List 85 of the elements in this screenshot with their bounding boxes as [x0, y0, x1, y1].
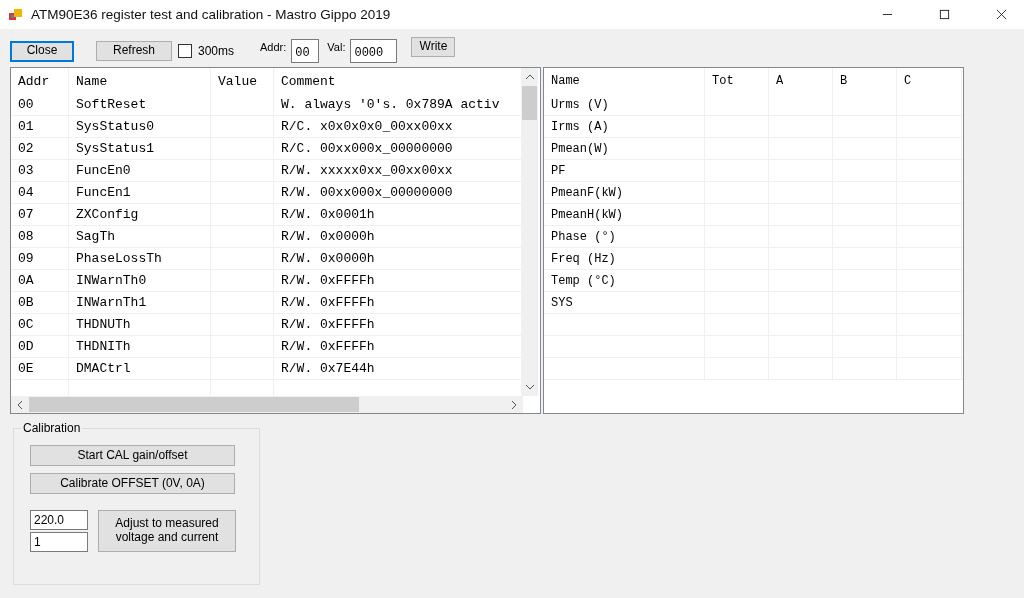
addr-label: Addr:: [260, 41, 287, 53]
maximize-icon[interactable]: [939, 9, 950, 20]
table-cell: ZXConfig: [69, 204, 211, 225]
table-cell-text: R/W. 0x0000h: [280, 250, 376, 268]
table-cell: FuncEn1: [69, 182, 211, 203]
val-field[interactable]: 0000: [350, 39, 398, 63]
table-cell: 04: [11, 182, 69, 203]
addr-field[interactable]: 00: [291, 39, 320, 63]
table-cell-text: R/W. 0xFFFFh: [280, 316, 376, 334]
scroll-down-icon[interactable]: [524, 383, 535, 391]
app-icon: [8, 6, 24, 23]
table-cell: SoftReset: [69, 94, 211, 115]
table-cell-text: R/C. 00xx000x_00000000: [280, 140, 454, 158]
group-title: Calibration: [21, 421, 83, 435]
refresh-button[interactable]: Refresh: [96, 41, 172, 61]
table-cell-text: W. always '0's. 0x789A activ: [280, 96, 501, 114]
calibrate-offset-button[interactable]: Calibrate OFFSET (0V, 0A): [30, 473, 235, 494]
table-cell: 0E: [11, 358, 69, 379]
table-cell-text: R/W. 0x0000h: [280, 228, 376, 246]
table-cell-text: R/W. 0xFFFFh: [280, 294, 376, 312]
table-cell-text: R/C. x0x0x0x0_00xx00xx: [280, 118, 454, 136]
table-cell: 09: [11, 248, 69, 269]
table-cell: 08: [11, 226, 69, 247]
table-cell: 0B: [11, 292, 69, 313]
scroll-right-icon[interactable]: [510, 399, 518, 410]
scroll-up-icon[interactable]: [524, 73, 535, 81]
column-header[interactable]: Name: [69, 68, 211, 94]
column-header[interactable]: Tot: [705, 68, 769, 94]
table-cell: Irms (A): [544, 116, 705, 137]
write-button[interactable]: Write: [411, 37, 456, 57]
close-button[interactable]: Close: [10, 40, 74, 62]
table-cell: 0C: [11, 314, 69, 335]
column-header[interactable]: Name: [544, 68, 705, 94]
table-cell: Freq (Hz): [544, 248, 705, 269]
voltage-field[interactable]: 220.0: [30, 510, 88, 530]
table-cell: 03: [11, 160, 69, 181]
table-cell: SysStatus0: [69, 116, 211, 137]
column-header[interactable]: B: [833, 68, 897, 94]
table-cell-text: R/W. 00xx000x_00000000: [280, 184, 454, 202]
table-cell: DMACtrl: [69, 358, 211, 379]
table-cell: SagTh: [69, 226, 211, 247]
column-header[interactable]: A: [769, 68, 833, 94]
scroll-thumb[interactable]: [522, 86, 537, 120]
table-cell: PF: [544, 160, 705, 181]
adjust-button[interactable]: Adjust to measured voltage and current: [98, 510, 236, 552]
table-cell: 07: [11, 204, 69, 225]
table-cell-text: R/W. 0x0001h: [280, 206, 376, 224]
table-cell: PmeanF(kW): [544, 182, 705, 203]
table-cell: Urms (V): [544, 94, 705, 115]
scroll-left-icon[interactable]: [16, 399, 24, 410]
table-cell: PmeanH(kW): [544, 204, 705, 225]
close-icon[interactable]: [996, 9, 1007, 20]
table-cell: SYS: [544, 292, 705, 313]
table-cell-text: R/W. 0xFFFFh: [280, 338, 376, 356]
table-cell: Phase (°): [544, 226, 705, 247]
table-cell: 00: [11, 94, 69, 115]
current-field[interactable]: 1: [30, 532, 88, 552]
table-cell: PhaseLossTh: [69, 248, 211, 269]
table-cell: 0D: [11, 336, 69, 357]
val-label: Val:: [327, 41, 346, 53]
table-cell: Pmean(W): [544, 138, 705, 159]
column-header[interactable]: Value: [211, 68, 274, 94]
table-cell: THDNITh: [69, 336, 211, 357]
table-cell: FuncEn0: [69, 160, 211, 181]
table-cell-text: R/W. 0xFFFFh: [280, 272, 376, 290]
table-cell: 02: [11, 138, 69, 159]
table-cell: SysStatus1: [69, 138, 211, 159]
vertical-scrollbar[interactable]: [521, 68, 538, 396]
table-cell: 01: [11, 116, 69, 137]
start-calibration-button[interactable]: Start CAL gain/offset: [30, 445, 235, 466]
table-cell-text: R/W. 0x7E44h: [280, 360, 376, 378]
checkbox-label: 300ms: [198, 44, 235, 58]
horizontal-scrollbar[interactable]: [11, 396, 523, 413]
scroll-thumb[interactable]: [29, 397, 359, 412]
column-header[interactable]: Addr: [11, 68, 69, 94]
column-header[interactable]: Comment: [274, 68, 521, 94]
window-title: ATM90E36 register test and calibration - Mastro Gippo 2019: [31, 7, 391, 22]
table-cell: THDNUTh: [69, 314, 211, 335]
table-cell: INWarnTh1: [69, 292, 211, 313]
table-cell: 0A: [11, 270, 69, 291]
checkbox[interactable]: [178, 44, 192, 58]
table-cell: INWarnTh0: [69, 270, 211, 291]
column-header[interactable]: C: [897, 68, 962, 94]
table-cell: Temp (°C): [544, 270, 705, 291]
table-cell-text: R/W. xxxxx0xx_00xx00xx: [280, 162, 454, 180]
